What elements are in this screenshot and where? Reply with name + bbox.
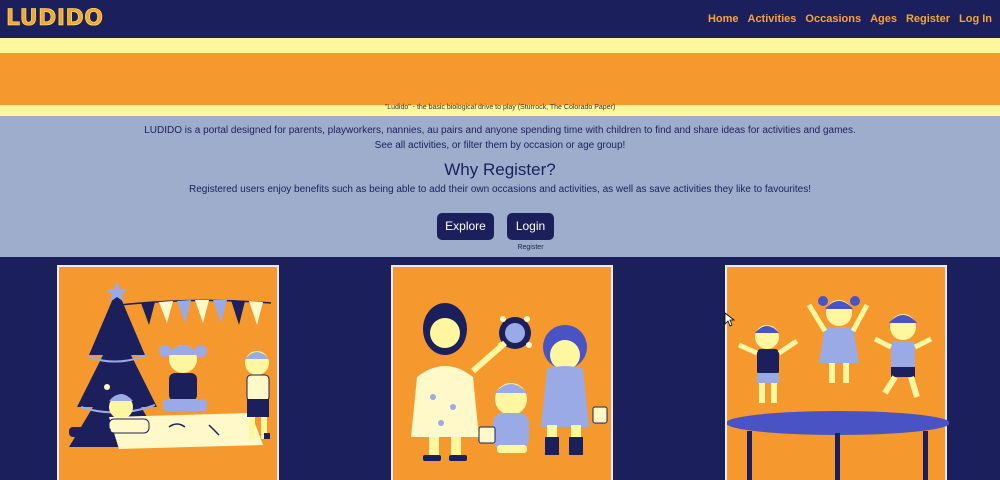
mouse-cursor-icon [724, 312, 736, 327]
top-navbar: LUDIDO Home Activities Occasions Ages Re… [0, 0, 1000, 38]
activity-card-trampoline[interactable] [725, 265, 949, 480]
activity-card-christmas[interactable] [57, 265, 279, 480]
intro-description: LUDIDO is a portal designed for parents,… [144, 125, 856, 136]
login-button[interactable]: Login [507, 213, 554, 240]
hero-banner [0, 53, 1000, 151]
trampoline-illustration [727, 296, 949, 480]
music-play-illustration [411, 303, 608, 461]
intro-section: LUDIDO is a portal designed for parents,… [0, 116, 1000, 257]
brand-logo[interactable]: LUDIDO [6, 6, 104, 32]
nav-links: Home Activities Occasions Ages Register … [708, 13, 992, 25]
banner-quote: "Ludido" - the basic biological drive to… [384, 104, 616, 111]
banner-top-strip [0, 38, 1000, 53]
nav-register-link[interactable]: Register [906, 13, 950, 25]
nav-ages-link[interactable]: Ages [870, 13, 897, 25]
register-benefits: Registered users enjoy benefits such as … [189, 184, 811, 195]
intro-filter-hint: See all activities, or filter them by oc… [374, 140, 626, 151]
activity-card-music[interactable] [391, 265, 613, 480]
explore-button[interactable]: Explore [437, 213, 494, 240]
christmas-party-illustration [69, 281, 272, 449]
nav-occasions-link[interactable]: Occasions [805, 13, 861, 25]
nav-home-link[interactable]: Home [708, 13, 739, 25]
nav-activities-link[interactable]: Activities [748, 13, 797, 25]
nav-login-link[interactable]: Log In [959, 13, 992, 25]
why-register-heading: Why Register? [444, 160, 556, 179]
register-link[interactable]: Register [507, 244, 554, 251]
